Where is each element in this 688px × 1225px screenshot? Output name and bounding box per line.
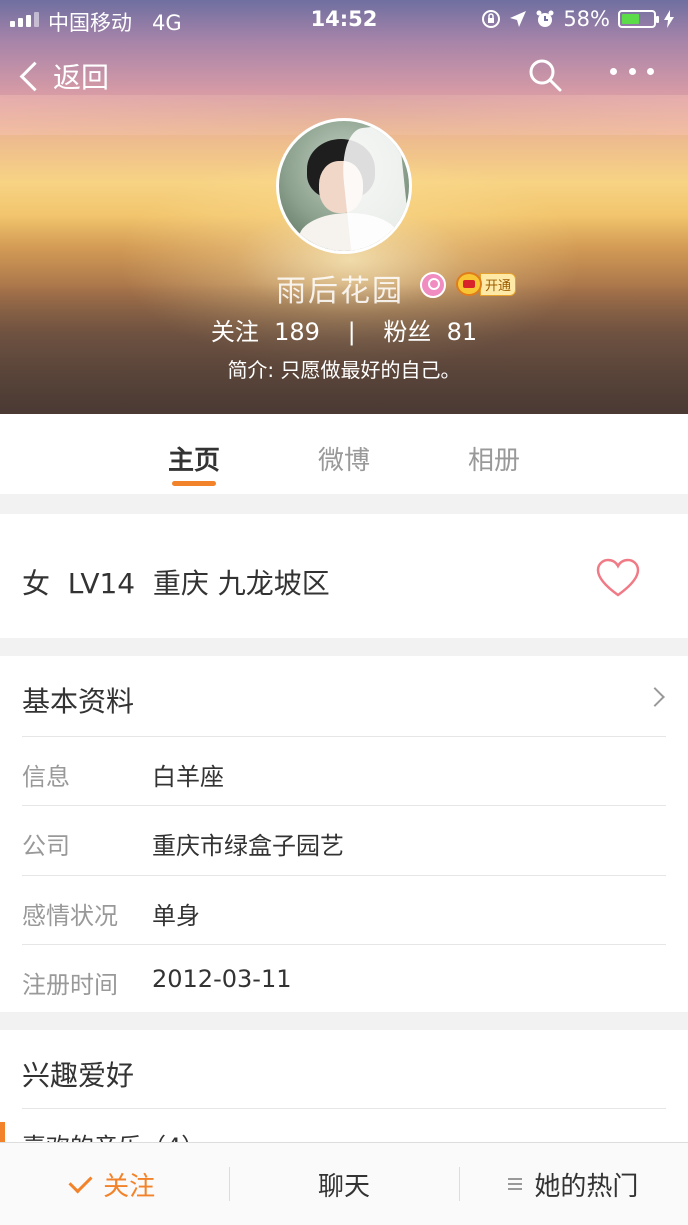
more-icon[interactable] — [610, 68, 654, 80]
info-row-sign: 信息 白羊座 — [22, 736, 666, 805]
location-icon — [510, 11, 527, 27]
info-row-register-date: 注册时间 2012-03-11 — [22, 944, 666, 1013]
profile-header: 中国移动 4G 14:52 58% 返回 雨后花园 开通 关注 189 | 粉丝… — [0, 0, 688, 414]
info-value: 2012-03-11 — [152, 965, 292, 993]
info-value: 重庆市绿盒子园艺 — [152, 832, 344, 860]
charging-icon — [664, 10, 674, 28]
follow-label: 关注 — [103, 1171, 156, 1202]
basic-info-title[interactable]: 基本资料 — [22, 680, 134, 720]
info-row-company: 公司 重庆市绿盒子园艺 — [22, 805, 666, 874]
search-icon[interactable] — [528, 58, 562, 92]
avatar[interactable] — [276, 118, 412, 254]
following-label: 关注 — [210, 318, 259, 346]
nav-bar: 返回 — [0, 52, 688, 104]
summary-card: 女 LV14 重庆 九龙坡区 — [0, 514, 688, 638]
crown-icon — [456, 272, 482, 296]
hot-posts-label: 她的热门 — [534, 1171, 639, 1202]
vip-open-label: 开通 — [480, 272, 517, 296]
info-key: 感情状况 — [22, 902, 118, 930]
tab-home[interactable]: 主页 — [119, 414, 269, 494]
profile-tabs: 主页 微博 相册 — [0, 414, 688, 494]
menu-icon — [508, 1178, 523, 1190]
info-key: 信息 — [22, 763, 70, 791]
back-button[interactable]: 返回 — [18, 56, 109, 96]
bottom-action-bar: 关注 聊天 她的热门 — [0, 1142, 688, 1225]
fans-count: 81 — [446, 318, 478, 346]
fans-label: 粉丝 — [383, 318, 432, 346]
back-chevron-icon — [19, 61, 50, 91]
heart-icon[interactable] — [596, 558, 640, 598]
following-count: 189 — [274, 318, 320, 346]
chevron-right-icon[interactable] — [645, 687, 665, 707]
tab-album[interactable]: 相册 — [419, 414, 569, 494]
female-icon — [420, 272, 446, 298]
profile-intro: 简介: 只愿做最好的自己。 — [227, 358, 461, 382]
following-stat[interactable]: 关注 189 — [211, 318, 328, 346]
fans-stat[interactable]: 粉丝 81 — [383, 318, 477, 346]
info-row-relationship: 感情状况 单身 — [22, 875, 666, 944]
lock-rotation-icon — [482, 10, 501, 28]
basic-info-card: 基本资料 信息 白羊座 公司 重庆市绿盒子园艺 感情状况 单身 注册时间 201… — [0, 656, 688, 1012]
back-label: 返回 — [53, 61, 110, 94]
hot-posts-button[interactable]: 她的热门 — [458, 1143, 688, 1225]
chat-button[interactable]: 聊天 — [229, 1143, 458, 1225]
follow-button[interactable]: 关注 — [0, 1143, 229, 1225]
info-value: 白羊座 — [152, 763, 224, 791]
alarm-icon — [536, 10, 554, 27]
tab-weibo[interactable]: 微博 — [269, 414, 419, 494]
profile-name: 雨后花园 — [276, 274, 404, 309]
profile-stats: 关注 189 | 粉丝 81 — [0, 312, 688, 347]
check-icon — [68, 1168, 93, 1194]
info-key: 注册时间 — [22, 971, 118, 999]
info-value: 单身 — [152, 902, 200, 930]
status-bar: 中国移动 4G 14:52 58% — [0, 0, 688, 40]
battery-percent: 58% — [563, 7, 610, 31]
info-key: 公司 — [22, 832, 70, 860]
chat-label: 聊天 — [317, 1171, 370, 1202]
interests-title: 兴趣爱好 — [22, 1059, 135, 1092]
profile-summary: 女 LV14 重庆 九龙坡区 — [22, 567, 330, 600]
battery-icon — [618, 10, 659, 28]
stats-divider: | — [347, 318, 356, 346]
vip-open-badge[interactable]: 开通 — [456, 272, 517, 296]
battery-tip — [656, 16, 659, 23]
battery-fill — [622, 14, 640, 24]
music-marker — [0, 1122, 5, 1144]
status-right: 58% — [481, 7, 674, 31]
